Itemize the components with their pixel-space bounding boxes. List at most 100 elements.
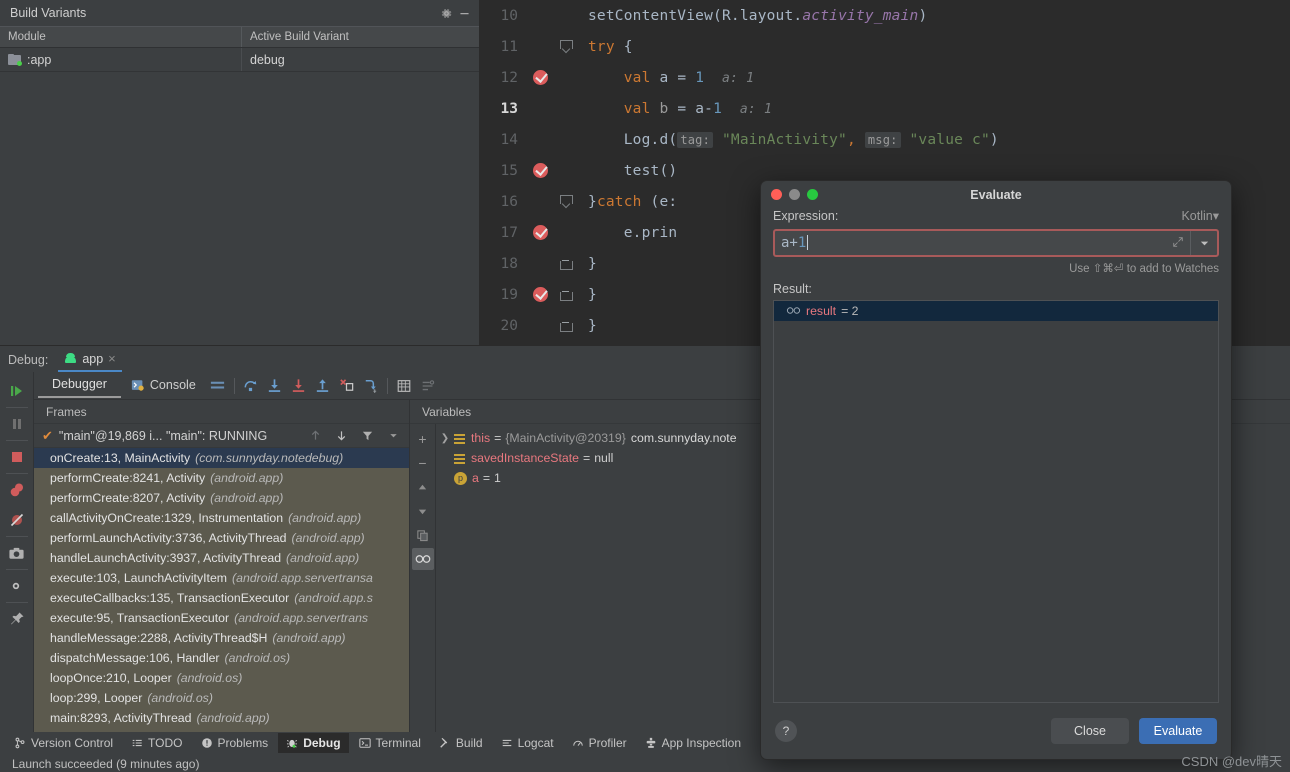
- list-item[interactable]: handleLaunchActivity:3937, ActivityThrea…: [34, 548, 409, 568]
- gutter-fold-area[interactable]: [554, 257, 576, 270]
- tab-debugger[interactable]: Debugger: [38, 373, 121, 398]
- run-to-cursor-icon[interactable]: [335, 374, 359, 398]
- copy-icon[interactable]: [412, 524, 434, 546]
- settings-gear-icon[interactable]: [2, 571, 32, 601]
- close-icon[interactable]: ×: [108, 351, 116, 366]
- frames-list[interactable]: onCreate:13, MainActivity (com.sunnyday.n…: [34, 448, 409, 733]
- list-item[interactable]: performLaunchActivity:3736, ActivityThre…: [34, 528, 409, 548]
- camera-icon[interactable]: [2, 538, 32, 568]
- fold-marker-icon[interactable]: [559, 288, 573, 301]
- status-tab-problems[interactable]: Problems: [193, 733, 277, 753]
- status-tab-build[interactable]: Build: [431, 733, 491, 753]
- arrow-up-icon[interactable]: [412, 476, 434, 498]
- gutter-breakpoint-area[interactable]: [526, 70, 554, 85]
- filter-icon[interactable]: [355, 424, 379, 448]
- minimize-traffic-light[interactable]: [789, 189, 800, 200]
- status-tab-profiler[interactable]: Profiler: [564, 733, 635, 753]
- expand-icon[interactable]: [1166, 236, 1190, 251]
- drop-frame-icon[interactable]: [359, 374, 383, 398]
- arrow-up-icon[interactable]: [303, 424, 327, 448]
- gutter-fold-area[interactable]: [554, 195, 576, 208]
- layout-icon[interactable]: [206, 374, 230, 398]
- evaluate-button[interactable]: Evaluate: [1139, 718, 1217, 744]
- maximize-traffic-light[interactable]: [807, 189, 818, 200]
- status-tab-app-inspection[interactable]: App Inspection: [637, 733, 749, 753]
- breakpoint-icon[interactable]: [532, 287, 548, 302]
- pause-icon[interactable]: [2, 409, 32, 439]
- thread-selector[interactable]: ✔ "main"@19,869 i... "main": RUNNING: [34, 424, 409, 448]
- build-variant-value-cell[interactable]: debug: [242, 48, 479, 71]
- evaluate-dialog[interactable]: Evaluate Expression: Kotlin▾ a+1 Use ⇧⌘⏎…: [760, 180, 1232, 760]
- build-variant-module-cell[interactable]: :app: [0, 48, 242, 71]
- list-item[interactable]: main:8293, ActivityThread (android.app): [34, 708, 409, 728]
- list-item[interactable]: loopOnce:210, Looper (android.os): [34, 668, 409, 688]
- remove-icon[interactable]: −: [412, 452, 434, 474]
- breakpoint-icon[interactable]: [532, 225, 548, 240]
- list-item[interactable]: execute:103, LaunchActivityItem (android.…: [34, 568, 409, 588]
- chevron-down-icon[interactable]: [1191, 238, 1217, 249]
- force-step-into-icon[interactable]: [287, 374, 311, 398]
- list-item[interactable]: handleMessage:2288, ActivityThread$H (and…: [34, 628, 409, 648]
- stop-icon[interactable]: [2, 442, 32, 472]
- list-item[interactable]: onCreate:13, MainActivity (com.sunnyday.n…: [34, 448, 409, 468]
- language-selector[interactable]: Kotlin▾: [1181, 208, 1219, 223]
- step-into-icon[interactable]: [263, 374, 287, 398]
- chevron-down-icon[interactable]: [381, 424, 405, 448]
- code-line[interactable]: 10 setContentView(R.layout.activity_main): [480, 0, 1290, 31]
- gutter-fold-area[interactable]: [554, 288, 576, 301]
- result-box[interactable]: result = 2: [773, 300, 1219, 703]
- status-tab-version-control[interactable]: Version Control: [6, 733, 121, 753]
- status-tab-debug[interactable]: Debug: [278, 733, 349, 753]
- status-tab-terminal[interactable]: Terminal: [351, 733, 429, 753]
- step-over-icon[interactable]: [239, 374, 263, 398]
- help-button[interactable]: ?: [775, 720, 797, 742]
- code-line[interactable]: 11 try {: [480, 31, 1290, 62]
- settings-list-icon[interactable]: [416, 374, 440, 398]
- gutter-breakpoint-area[interactable]: [526, 163, 554, 178]
- resume-icon[interactable]: [2, 376, 32, 406]
- fold-marker-icon[interactable]: [559, 195, 573, 208]
- list-item[interactable]: performCreate:8241, Activity (android.app…: [34, 468, 409, 488]
- breakpoint-icon[interactable]: [532, 163, 548, 178]
- chevron-right-icon[interactable]: ❯: [436, 433, 454, 444]
- code-line[interactable]: 12 val a = 1 a: 1: [480, 62, 1290, 93]
- gutter-breakpoint-area[interactable]: [526, 225, 554, 240]
- expression-input[interactable]: a+1: [773, 229, 1219, 257]
- status-tab-todo[interactable]: TODO: [123, 733, 190, 753]
- gutter-breakpoint-area[interactable]: [526, 287, 554, 302]
- mute-breakpoints-icon[interactable]: [2, 505, 32, 535]
- pin-icon[interactable]: [2, 604, 32, 634]
- watches-icon[interactable]: [411, 548, 434, 570]
- arrow-down-icon[interactable]: [412, 500, 434, 522]
- gutter-fold-area[interactable]: [554, 319, 576, 332]
- arrow-down-icon[interactable]: [329, 424, 353, 448]
- breakpoint-icon[interactable]: [532, 70, 548, 85]
- list-item[interactable]: dispatchMessage:106, Handler (android.os): [34, 648, 409, 668]
- list-item[interactable]: executeCallbacks:135, TransactionExecuto…: [34, 588, 409, 608]
- list-item[interactable]: callActivityOnCreate:1329, Instrumentati…: [34, 508, 409, 528]
- fold-marker-icon[interactable]: [559, 257, 573, 270]
- debug-session-tab-app[interactable]: app ×: [58, 349, 122, 372]
- status-tab-logcat[interactable]: Logcat: [493, 733, 562, 753]
- table-row[interactable]: :app debug: [0, 48, 479, 72]
- tab-console[interactable]: Console: [121, 374, 206, 397]
- result-row[interactable]: result = 2: [774, 301, 1218, 321]
- view-breakpoints-icon[interactable]: [2, 475, 32, 505]
- list-item[interactable]: performCreate:8207, Activity (android.app…: [34, 488, 409, 508]
- frame-method: handleLaunchActivity:3937, ActivityThrea…: [50, 551, 282, 565]
- code-line[interactable]: 14 Log.d(tag: "MainActivity", msg: "valu…: [480, 124, 1290, 155]
- gutter-fold-area[interactable]: [554, 40, 576, 53]
- fold-marker-icon[interactable]: [559, 319, 573, 332]
- close-button[interactable]: Close: [1051, 718, 1129, 744]
- step-out-icon[interactable]: [311, 374, 335, 398]
- list-item[interactable]: execute:95, TransactionExecutor (android.…: [34, 608, 409, 628]
- code-line[interactable]: 13 val b = a-1 a: 1: [480, 93, 1290, 124]
- add-icon[interactable]: +: [412, 428, 434, 450]
- list-item[interactable]: loop:299, Looper (android.os): [34, 688, 409, 708]
- minimize-icon[interactable]: [455, 4, 473, 22]
- fold-marker-icon[interactable]: [559, 40, 573, 53]
- close-traffic-light[interactable]: [771, 189, 782, 200]
- evaluate-table-icon[interactable]: [392, 374, 416, 398]
- gear-icon[interactable]: [437, 4, 455, 22]
